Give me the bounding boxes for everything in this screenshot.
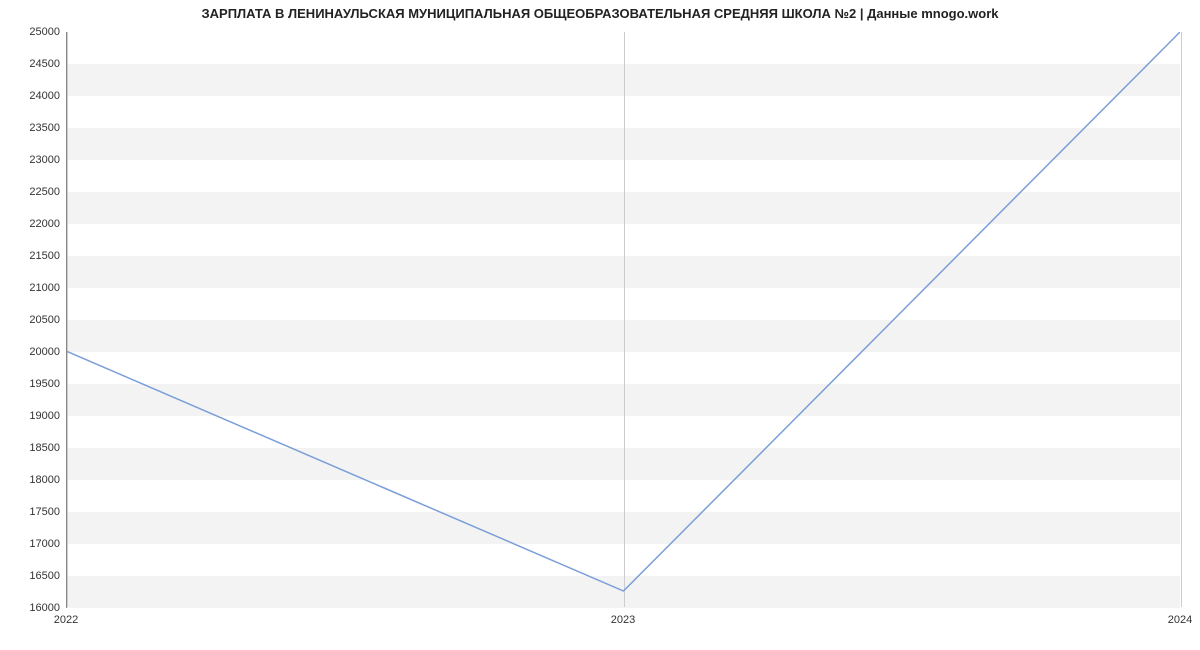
y-tick-label: 24500 [4, 58, 60, 70]
plot-area [66, 32, 1180, 608]
x-tick-label: 2022 [54, 614, 78, 626]
y-tick-label: 17000 [4, 538, 60, 550]
y-tick-label: 22000 [4, 218, 60, 230]
y-tick-label: 19000 [4, 410, 60, 422]
x-tick-label: 2024 [1168, 614, 1192, 626]
y-tick-label: 23500 [4, 122, 60, 134]
y-tick-label: 17500 [4, 506, 60, 518]
y-tick-label: 19500 [4, 378, 60, 390]
y-tick-label: 21500 [4, 250, 60, 262]
grid-line-v [1181, 32, 1182, 607]
y-tick-label: 18500 [4, 442, 60, 454]
y-tick-label: 22500 [4, 186, 60, 198]
y-tick-label: 16000 [4, 602, 60, 614]
x-tick-label: 2023 [611, 614, 635, 626]
y-tick-label: 20500 [4, 314, 60, 326]
y-tick-label: 16500 [4, 570, 60, 582]
chart-title: ЗАРПЛАТА В ЛЕНИНАУЛЬСКАЯ МУНИЦИПАЛЬНАЯ О… [0, 6, 1200, 21]
y-tick-label: 20000 [4, 346, 60, 358]
y-tick-label: 21000 [4, 282, 60, 294]
y-tick-label: 24000 [4, 90, 60, 102]
chart-container: ЗАРПЛАТА В ЛЕНИНАУЛЬСКАЯ МУНИЦИПАЛЬНАЯ О… [0, 0, 1200, 650]
y-tick-label: 25000 [4, 26, 60, 38]
y-tick-label: 23000 [4, 154, 60, 166]
data-line [67, 32, 1180, 607]
y-tick-label: 18000 [4, 474, 60, 486]
series-line [67, 32, 1180, 591]
